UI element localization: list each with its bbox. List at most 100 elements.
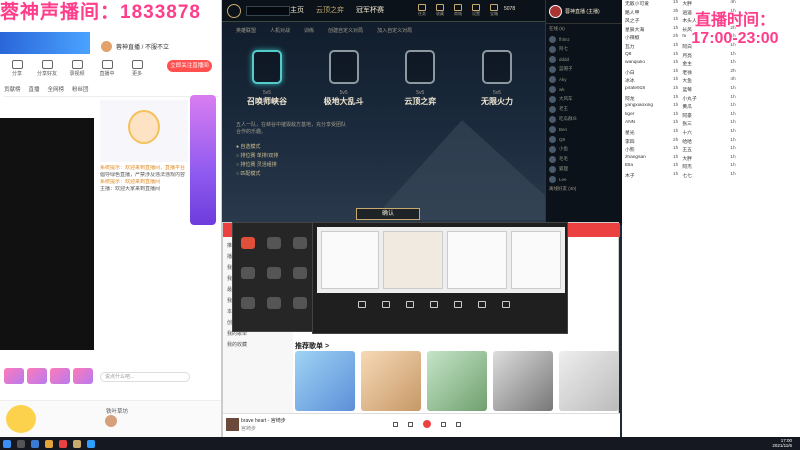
mic-button[interactable] xyxy=(353,301,371,329)
friend-item[interactable]: wk xyxy=(546,84,622,94)
settings-button[interactable]: 设置 xyxy=(472,4,480,17)
live-video-player[interactable] xyxy=(0,118,94,350)
volume-button[interactable] xyxy=(473,301,491,329)
collection-button[interactable]: 收藏 xyxy=(436,4,444,17)
app-tile[interactable] xyxy=(293,267,307,279)
store-button[interactable]: 商城 xyxy=(454,4,462,17)
viewer-row[interactable]: 无敌小可爱 1h 大胖 4h xyxy=(622,0,800,9)
friend-item[interactable]: Q8 xyxy=(546,134,622,144)
follow-button[interactable]: 立即关注直播间 xyxy=(167,60,212,72)
app-tile[interactable] xyxy=(241,267,255,279)
search-icon[interactable] xyxy=(17,439,25,448)
viewer-row[interactable]: pirate918 1h 蓝莓 1h xyxy=(622,86,800,95)
settings-button[interactable] xyxy=(497,301,515,329)
playlist-icon[interactable] xyxy=(456,421,461,427)
profile-avatar[interactable] xyxy=(549,5,562,18)
folder-icon[interactable] xyxy=(45,439,53,448)
app-tile[interactable] xyxy=(267,237,281,249)
friend-item[interactable]: 小鱼 xyxy=(546,144,622,154)
play-button[interactable] xyxy=(423,420,431,428)
queue-option[interactable]: ○ 排位赛 灵活组排 xyxy=(236,161,346,170)
music-sidebar-item[interactable]: 我的收藏 xyxy=(227,340,289,351)
app-tile[interactable] xyxy=(241,237,255,249)
game-play-button[interactable] xyxy=(246,6,290,16)
subtab-create-custom[interactable]: 创建自定义对局 xyxy=(328,27,363,34)
viewer-row[interactable]: 冰冰 1h 大鱼 4h xyxy=(622,77,800,86)
viewer-row[interactable]: 李四 2h 哈哈 1h xyxy=(622,138,800,147)
start-icon[interactable] xyxy=(3,439,11,448)
subtab-join-custom[interactable]: 加入自定义对局 xyxy=(377,27,412,34)
friend-item[interactable]: 阿七 xyxy=(546,44,622,54)
viewer-row[interactable]: yangxiaoxing 1h 黄瓜 1h xyxy=(622,103,800,112)
friend-group-offline[interactable]: 离线好友 (40) xyxy=(546,184,622,194)
app-tile[interactable] xyxy=(293,237,307,249)
missions-button[interactable]: 任务 xyxy=(418,4,426,17)
shared-screen[interactable] xyxy=(317,227,565,293)
confirm-button[interactable]: 确认 xyxy=(356,208,420,220)
gift-item[interactable] xyxy=(73,368,93,384)
queue-option[interactable]: ○ 排位赛 单排/双排 xyxy=(236,152,346,161)
friend-item[interactable]: 狐狸 xyxy=(546,164,622,174)
tab-rank[interactable]: 全网榜 xyxy=(48,85,65,96)
queue-option[interactable]: ● 自选模式 xyxy=(236,143,346,152)
subtab-training[interactable]: 训练 xyxy=(304,27,314,34)
queue-option[interactable]: ○ 匹配模式 xyxy=(236,170,346,179)
camera-button[interactable] xyxy=(377,301,395,329)
game-app-icon[interactable] xyxy=(73,439,81,448)
viewer-row[interactable]: ANN 1h 张三 1h xyxy=(622,120,800,129)
user-avatar[interactable] xyxy=(105,415,117,427)
music-app-icon[interactable] xyxy=(59,439,67,448)
game-logo-icon[interactable] xyxy=(227,4,241,18)
event-badge[interactable] xyxy=(6,405,36,433)
live-status-button[interactable]: 直播中 xyxy=(94,60,120,82)
playlist-cover[interactable] xyxy=(295,351,355,411)
taskbar-clock[interactable]: 17:00 2021/11/6 xyxy=(772,438,792,448)
playlist-cover[interactable] xyxy=(361,351,421,411)
friend-item[interactable]: Lee xyxy=(546,174,622,184)
playlist-cover[interactable] xyxy=(427,351,487,411)
friend-item[interactable]: 毛毛 xyxy=(546,154,622,164)
friend-item[interactable]: Aky xyxy=(546,74,622,84)
viewer-row[interactable]: Ella 1h 阿杰 1h xyxy=(622,163,800,172)
friend-item[interactable]: 大风车 xyxy=(546,94,622,104)
mode-urf[interactable]: 5v5 无限火力 xyxy=(462,50,532,107)
app-tile[interactable] xyxy=(293,297,307,309)
mode-tft[interactable]: 5v5 云顶之弈 xyxy=(385,50,455,107)
friend-item[interactable]: fhlmz xyxy=(546,34,622,44)
gift-item[interactable] xyxy=(27,368,47,384)
app-tile[interactable] xyxy=(267,297,281,309)
mode-summoners-rift[interactable]: 5v5 召唤师峡谷 xyxy=(232,50,302,107)
nav-cup[interactable]: 冠军杯赛 xyxy=(356,5,384,15)
record-button[interactable] xyxy=(425,301,443,329)
friend-item[interactable]: Ben xyxy=(546,124,622,134)
nav-home[interactable]: 主页 xyxy=(290,5,304,15)
chest-button[interactable]: 宝箱 xyxy=(490,4,498,17)
viewer-row[interactable]: 星光 1h 十六 1h xyxy=(622,129,800,138)
share-friend-button[interactable]: 分享好友 xyxy=(34,60,60,82)
share-screen-button[interactable] xyxy=(401,301,419,329)
record-button[interactable]: 录视频 xyxy=(64,60,90,82)
gift-item[interactable] xyxy=(4,368,24,384)
friend-item[interactable]: 吃瓜群众 xyxy=(546,114,622,124)
app-tile[interactable] xyxy=(267,267,281,279)
viewer-row[interactable]: 小熊 1h 王五 1h xyxy=(622,146,800,155)
friend-group-online[interactable]: 在线 (6) xyxy=(546,24,622,34)
app-tile[interactable] xyxy=(241,297,255,309)
viewer-row[interactable]: 阿龙 1h 小丸子 1h xyxy=(622,95,800,104)
tab-contribution[interactable]: 贡献榜 xyxy=(4,85,21,96)
chat-input[interactable]: 说点什么吧... xyxy=(100,372,190,382)
previous-icon[interactable] xyxy=(408,421,413,427)
viewer-row[interactable]: 木子 1h 七七 1h xyxy=(622,172,800,181)
subtab-pvp[interactable]: 英雄联盟 xyxy=(236,27,256,34)
next-icon[interactable] xyxy=(441,421,446,427)
subtab-ai[interactable]: 人机对战 xyxy=(270,27,290,34)
playlist-cover[interactable] xyxy=(493,351,553,411)
song-cover[interactable] xyxy=(226,418,239,431)
live-banner[interactable] xyxy=(0,32,90,54)
tab-fans[interactable]: 粉丝团 xyxy=(72,85,89,96)
recommend-title[interactable]: 推荐歌单 > xyxy=(295,341,329,351)
nav-tft[interactable]: 云顶之弈 xyxy=(316,5,344,15)
mode-aram[interactable]: 5v5 极地大乱斗 xyxy=(309,50,379,107)
streamer-avatar[interactable] xyxy=(100,39,113,53)
more-button[interactable]: 更多 xyxy=(124,60,150,82)
